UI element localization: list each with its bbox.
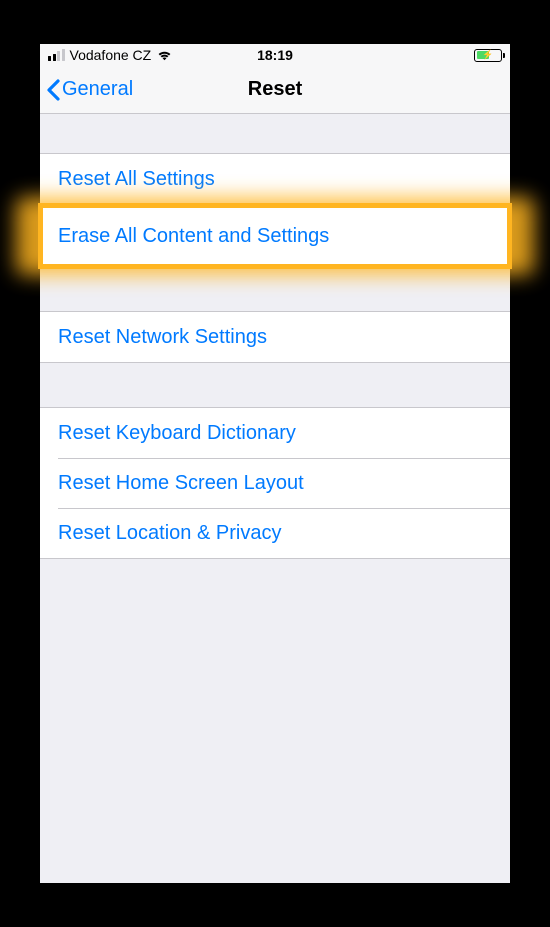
row-reset-location[interactable]: Reset Location & Privacy — [40, 508, 510, 558]
carrier-label: Vodafone CZ — [70, 47, 152, 63]
status-bar: Vodafone CZ 18:19 ⚡ — [40, 44, 510, 66]
row-label: Reset Network Settings — [58, 326, 267, 349]
status-right: ⚡ — [474, 49, 502, 62]
highlighted-row-wrap: Erase All Content and Settings — [40, 205, 510, 267]
row-label: Erase All Content and Settings — [58, 225, 329, 248]
row-reset-keyboard[interactable]: Reset Keyboard Dictionary — [40, 408, 510, 458]
phone-screen: Vodafone CZ 18:19 ⚡ General Reset — [40, 44, 510, 883]
nav-bar: General Reset — [40, 66, 510, 114]
chevron-left-icon — [46, 78, 60, 102]
group-2: Reset Network Settings — [40, 311, 510, 363]
row-reset-network[interactable]: Reset Network Settings — [40, 312, 510, 362]
row-label: Reset Location & Privacy — [58, 522, 281, 545]
status-left: Vodafone CZ — [48, 47, 173, 63]
row-label: Reset Home Screen Layout — [58, 472, 304, 495]
back-button[interactable]: General — [40, 78, 133, 102]
back-label: General — [62, 78, 133, 101]
content: Reset All Settings Erase All Content and… — [40, 114, 510, 559]
group-3: Reset Keyboard Dictionary Reset Home Scr… — [40, 407, 510, 559]
wifi-icon — [156, 49, 173, 61]
status-time: 18:19 — [257, 47, 293, 63]
row-label: Reset Keyboard Dictionary — [58, 422, 296, 445]
page-title: Reset — [248, 78, 302, 101]
row-label: Reset All Settings — [58, 168, 215, 191]
battery-icon: ⚡ — [474, 49, 502, 62]
signal-icon — [48, 49, 65, 61]
row-erase-all-content[interactable]: Erase All Content and Settings — [40, 205, 510, 267]
row-reset-home[interactable]: Reset Home Screen Layout — [40, 458, 510, 508]
